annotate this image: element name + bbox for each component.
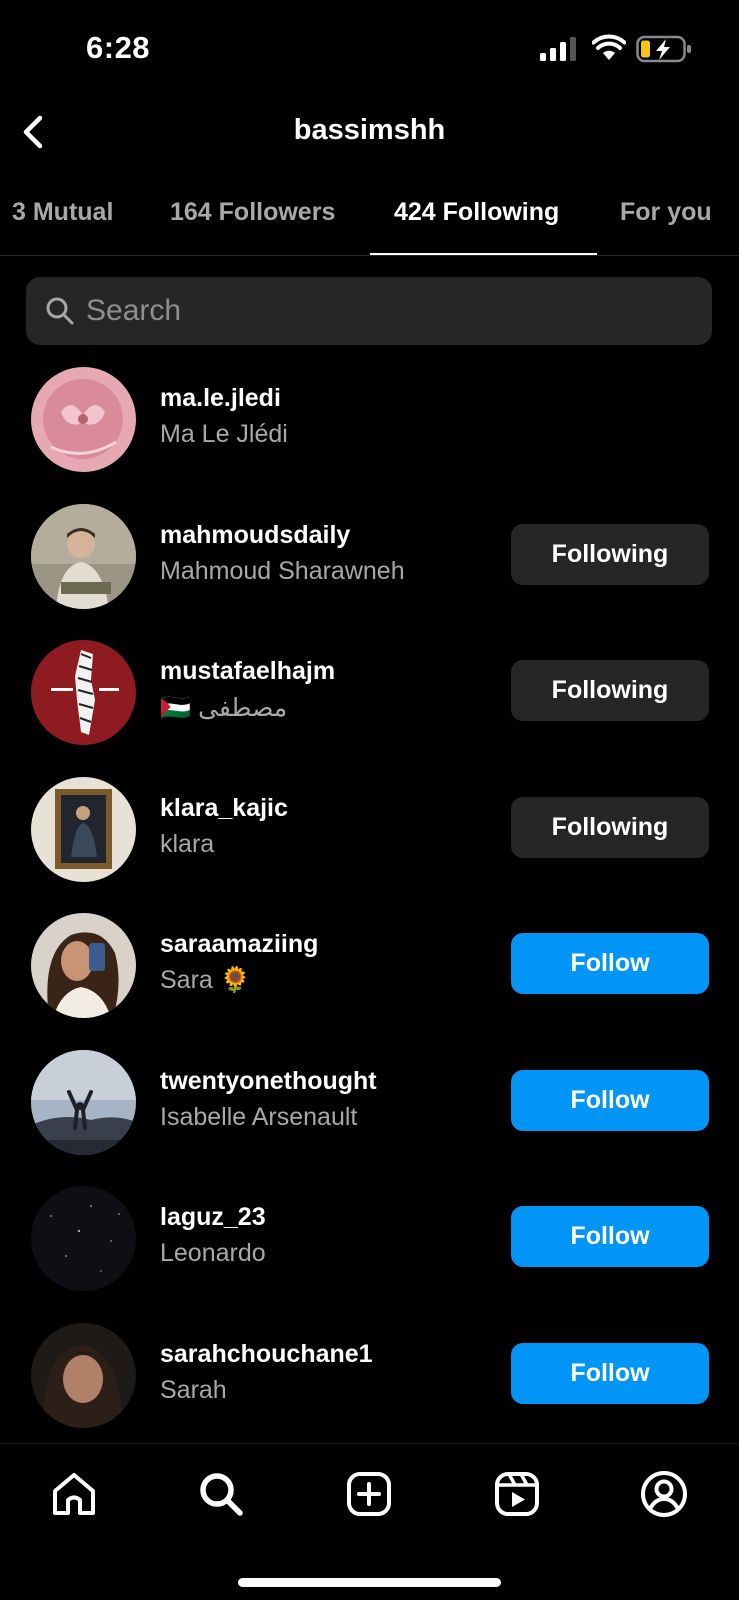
list-item[interactable]: saraamaziing Sara 🌻 Follow [0,908,739,1045]
avatar[interactable] [31,1322,136,1428]
following-list: ma.le.jledi Ma Le Jlédi mahmoudsdaily Ma… [0,362,739,1454]
username[interactable]: klara_kajic [160,794,288,823]
list-item[interactable]: mustafaelhajm 🇵🇸 مصطفى Following [0,635,739,772]
reels-icon[interactable] [492,1469,542,1519]
avatar[interactable] [31,776,136,882]
full-name: Sara 🌻 [160,966,251,994]
full-name: Isabelle Arsenault [160,1102,358,1131]
avatar[interactable] [31,503,136,609]
wifi-icon [592,34,626,60]
full-name: Leonardo [160,1239,266,1267]
list-item[interactable]: ma.le.jledi Ma Le Jlédi [0,362,739,499]
search-bar[interactable] [26,277,712,345]
profile-username-title: bassimshh [293,114,446,146]
following-button[interactable]: Following [511,523,709,585]
username[interactable]: mahmoudsdaily [160,521,350,550]
bottom-nav [0,1443,739,1600]
tab-for-you[interactable]: For you [620,198,712,227]
tab-mutual[interactable]: 3 Mutual [12,198,113,227]
full-name: 🇵🇸 مصطفى [160,694,288,722]
list-item[interactable]: klara_kajic klara Following [0,772,739,909]
search-icon[interactable] [196,1469,246,1519]
follow-button[interactable]: Follow [511,933,709,994]
avatar[interactable] [31,367,136,472]
following-button[interactable]: Following [511,796,709,858]
list-item[interactable]: laguz_23 Leonardo Follow [0,1181,739,1318]
full-name: klara [160,829,215,858]
profile-icon[interactable] [639,1469,689,1519]
avatar[interactable] [31,640,136,745]
follow-button[interactable]: Follow [511,1069,709,1131]
status-time: 6:28 [86,30,151,65]
search-input[interactable] [86,277,686,345]
avatar[interactable] [31,1049,136,1155]
search-icon [46,297,74,325]
username[interactable]: mustafaelhajm [160,657,335,686]
full-name: Ma Le Jlédi [160,420,288,448]
full-name: Mahmoud Sharawneh [160,556,405,585]
tab-followers[interactable]: 164 Followers [170,198,335,227]
username[interactable]: sarahchouchane1 [160,1340,373,1369]
username[interactable]: saraamaziing [160,930,318,959]
avatar[interactable] [31,913,136,1018]
create-post-icon[interactable] [344,1469,394,1519]
tab-following[interactable]: 424 Following [394,198,559,227]
username[interactable]: ma.le.jledi [160,384,281,413]
full-name: Sarah [160,1375,227,1404]
follow-button[interactable]: Follow [511,1206,709,1267]
cellular-signal-icon [540,37,576,61]
username[interactable]: laguz_23 [160,1203,266,1232]
header: bassimshh [0,100,739,164]
username[interactable]: twentyonethought [160,1067,377,1096]
avatar[interactable] [31,1186,136,1291]
list-item[interactable]: sarahchouchane1 Sarah Follow [0,1318,739,1455]
list-item[interactable]: twentyonethought Isabelle Arsenault Foll… [0,1045,739,1182]
tab-bar: 3 Mutual 164 Followers 424 Following For… [0,184,739,256]
status-bar: 6:28 [0,0,739,100]
home-icon[interactable] [49,1469,99,1519]
home-indicator[interactable] [238,1578,501,1587]
active-tab-indicator [370,253,597,255]
follow-button[interactable]: Follow [511,1342,709,1404]
list-item[interactable]: mahmoudsdaily Mahmoud Sharawneh Followin… [0,499,739,636]
following-button[interactable]: Following [511,660,709,721]
battery-charging-icon [636,35,691,63]
